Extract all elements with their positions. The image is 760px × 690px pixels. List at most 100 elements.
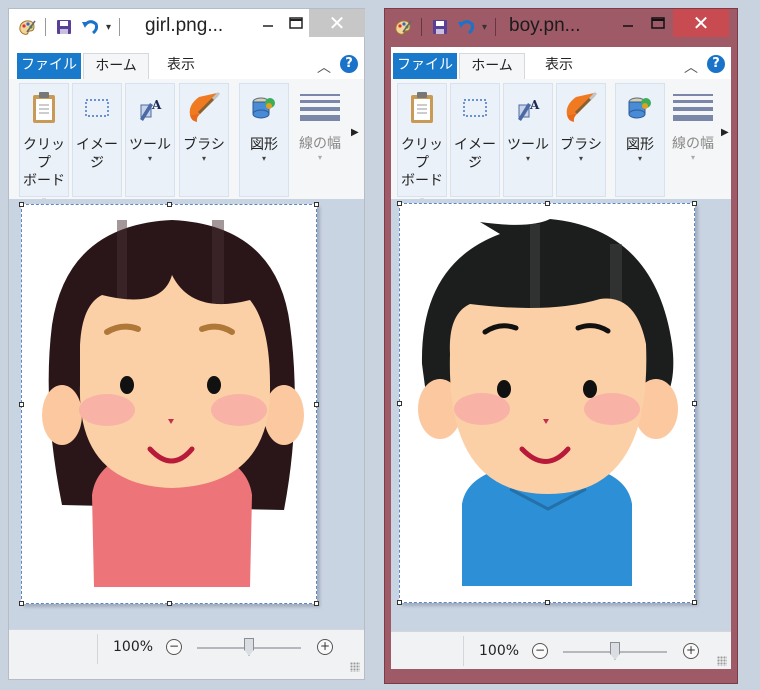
zoom-out-button[interactable]: −	[166, 639, 182, 655]
image-group[interactable]: イメージ ▾	[450, 83, 500, 197]
undo-icon[interactable]	[456, 17, 476, 37]
close-icon: ✕	[328, 11, 346, 35]
image-canvas[interactable]	[19, 202, 319, 606]
chevron-down-icon: ▾	[317, 153, 322, 162]
ribbon: クリップボード ▾ イメージ ▾ A ツール ▾ ブラシ ▾	[391, 79, 731, 207]
line-width-icon	[300, 87, 340, 127]
divider	[97, 634, 98, 664]
close-button[interactable]: ✕	[673, 9, 729, 37]
resize-handle[interactable]	[692, 600, 697, 605]
zoom-slider-thumb[interactable]	[610, 642, 620, 660]
resize-handle[interactable]	[397, 401, 402, 406]
toolbar-separator	[495, 18, 497, 36]
shapes-group[interactable]: 図形 ▾	[239, 83, 289, 197]
paint-app-icon[interactable]	[393, 17, 413, 37]
resize-grip-icon[interactable]	[717, 656, 727, 666]
maximize-button[interactable]	[281, 9, 311, 37]
resize-handle[interactable]	[19, 601, 24, 606]
chevron-right-icon[interactable]: ▶	[351, 127, 359, 138]
ribbon-tabs: ファイル ホーム 表示 ︿ ?	[391, 47, 731, 79]
clipboard-group[interactable]: クリップボード ▾	[19, 83, 69, 205]
resize-handle[interactable]	[545, 600, 550, 605]
resize-handle[interactable]	[692, 201, 697, 206]
image-canvas[interactable]	[397, 201, 697, 605]
customize-toolbar-icon[interactable]: ▾	[482, 22, 487, 33]
window-title: boy.pn...	[509, 15, 581, 36]
select-rect-icon	[455, 88, 495, 128]
resize-handle[interactable]	[314, 402, 319, 407]
resize-handle[interactable]	[692, 401, 697, 406]
clipboard-icon	[402, 88, 442, 128]
line-width-group[interactable]: 線の幅 ▾	[295, 83, 345, 197]
brush-label: ブラシ	[560, 137, 602, 153]
line-width-icon	[673, 87, 713, 127]
resize-handle[interactable]	[397, 600, 402, 605]
line-width-label: 線の幅	[299, 136, 341, 152]
minimize-button[interactable]	[613, 9, 643, 37]
clipboard-group[interactable]: クリップボード ▾	[397, 83, 447, 205]
shapes-label: 図形	[250, 137, 278, 153]
zoom-in-button[interactable]: +	[683, 643, 699, 659]
shapes-label: 図形	[626, 137, 654, 153]
zoom-out-button[interactable]: −	[532, 643, 548, 659]
tab-file[interactable]: ファイル	[393, 53, 457, 79]
tab-home[interactable]: ホーム	[83, 53, 149, 79]
tools-icon: A	[508, 88, 548, 128]
chevron-down-icon: ▾	[690, 153, 695, 162]
brush-icon	[184, 88, 224, 128]
close-button[interactable]: ✕	[309, 9, 365, 37]
image-group[interactable]: イメージ ▾	[72, 83, 122, 197]
tools-group[interactable]: A ツール ▾	[125, 83, 175, 197]
maximize-button[interactable]	[643, 9, 673, 37]
tab-file[interactable]: ファイル	[17, 53, 81, 79]
help-icon[interactable]: ?	[340, 55, 358, 73]
resize-handle[interactable]	[19, 202, 24, 207]
title-bar[interactable]: ▾ boy.pn... ✕	[385, 9, 737, 47]
tools-icon: A	[130, 88, 170, 128]
close-icon: ✕	[692, 11, 710, 35]
resize-handle[interactable]	[314, 601, 319, 606]
zoom-level: 100%	[113, 639, 154, 655]
resize-handle[interactable]	[19, 402, 24, 407]
line-width-group[interactable]: 線の幅 ▾	[669, 83, 717, 197]
resize-handle[interactable]	[167, 202, 172, 207]
quick-access-toolbar: ▾	[393, 17, 498, 37]
shapes-group[interactable]: 図形 ▾	[615, 83, 665, 197]
tab-view[interactable]: 表示	[531, 53, 587, 79]
customize-toolbar-icon[interactable]: ▾	[106, 22, 111, 33]
tab-home[interactable]: ホーム	[459, 53, 525, 79]
resize-handle[interactable]	[167, 601, 172, 606]
canvas-area	[9, 199, 364, 629]
resize-handle[interactable]	[397, 201, 402, 206]
help-icon[interactable]: ?	[707, 55, 725, 73]
brush-label: ブラシ	[183, 137, 225, 153]
toolbar-separator	[119, 18, 121, 36]
divider	[463, 636, 464, 666]
zoom-slider-thumb[interactable]	[244, 638, 254, 656]
brush-group[interactable]: ブラシ ▾	[179, 83, 229, 197]
chevron-down-icon: ▾	[147, 154, 152, 163]
save-icon[interactable]	[430, 17, 450, 37]
save-icon[interactable]	[54, 17, 74, 37]
status-bar: 100% − +	[391, 631, 731, 669]
svg-text:A: A	[529, 98, 540, 112]
undo-icon[interactable]	[80, 17, 100, 37]
title-bar[interactable]: ▾ girl.png... ✕	[9, 9, 365, 47]
brush-group[interactable]: ブラシ ▾	[556, 83, 606, 197]
svg-text:A: A	[151, 98, 162, 112]
collapse-ribbon-icon[interactable]: ︿	[317, 57, 331, 77]
resize-handle[interactable]	[314, 202, 319, 207]
tools-group[interactable]: A ツール ▾	[503, 83, 553, 197]
resize-grip-icon[interactable]	[350, 662, 360, 672]
zoom-in-button[interactable]: +	[317, 639, 333, 655]
tab-view[interactable]: 表示	[153, 53, 209, 79]
shapes-icon	[244, 88, 284, 128]
chevron-down-icon: ▾	[261, 154, 266, 163]
chevron-down-icon: ▾	[525, 154, 530, 163]
minimize-button[interactable]	[253, 9, 283, 37]
quick-access-toolbar: ▾	[17, 17, 122, 37]
resize-handle[interactable]	[545, 201, 550, 206]
paint-app-icon[interactable]	[17, 17, 37, 37]
chevron-right-icon[interactable]: ▶	[721, 127, 729, 138]
collapse-ribbon-icon[interactable]: ︿	[684, 57, 698, 77]
